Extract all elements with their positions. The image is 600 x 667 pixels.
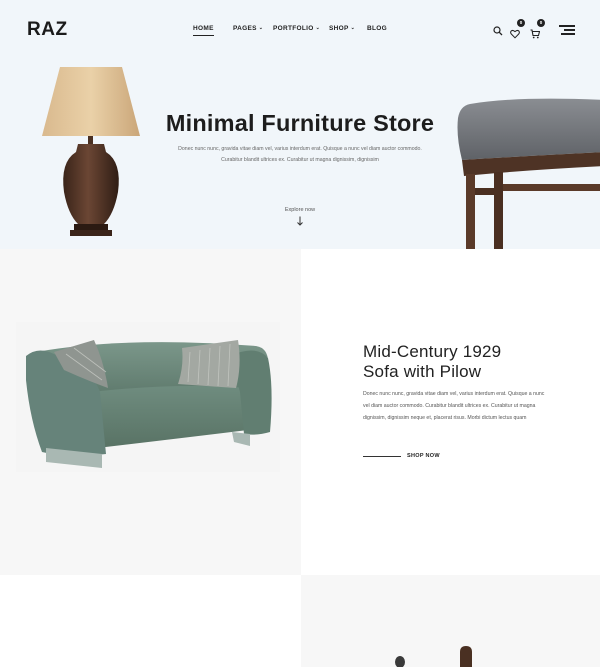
shop-now-label: SHOP NOW [407, 453, 440, 459]
hero-description-line-1: Donec nunc nunc, gravida vitae diam vel,… [178, 146, 422, 152]
arrow-down-icon[interactable] [296, 216, 304, 226]
cart-button[interactable]: 0 [530, 19, 545, 39]
search-icon[interactable] [493, 26, 503, 36]
nav-item-home[interactable]: HOME [193, 25, 214, 36]
nav-item-label: PORTFOLIO [273, 25, 314, 32]
product-title: Mid-Century 1929 Sofa with Pilow [363, 342, 501, 382]
nav-item-portfolio[interactable]: PORTFOLIO ⌄ [273, 25, 320, 32]
product-description: Donec nunc nunc, gravida vitae diam vel,… [363, 391, 545, 421]
explore-now-link[interactable]: Explore now [0, 207, 600, 213]
wishlist-count-badge: 0 [517, 19, 525, 27]
wishlist-button[interactable]: 0 [510, 19, 525, 39]
nav-item-label: SHOP [329, 25, 349, 32]
nav-item-label: BLOG [367, 25, 387, 32]
chevron-down-icon: ⌄ [258, 25, 264, 31]
hero-title: Minimal Furniture Store [165, 110, 435, 136]
site-logo[interactable]: RAZ [27, 19, 68, 41]
nav-item-blog[interactable]: BLOG [367, 25, 387, 32]
cart-icon [530, 29, 541, 39]
wall-hooks-image [395, 646, 472, 667]
hamburger-menu-icon[interactable] [559, 24, 575, 36]
chevron-down-icon: ⌄ [350, 25, 356, 31]
nav-item-label: PAGES [233, 25, 257, 32]
cart-count-badge: 0 [537, 19, 545, 27]
site-header: RAZ HOME PAGES ⌄ PORTFOLIO ⌄ SHOP ⌄ BLOG 0 [0, 0, 600, 60]
shop-now-link[interactable]: SHOP NOW [363, 451, 440, 461]
product-title-line-1: Mid-Century 1929 [363, 342, 502, 361]
nav-item-label: HOME [193, 25, 214, 32]
heart-icon [510, 29, 520, 39]
sofa-image[interactable] [16, 322, 280, 472]
lamp-image [42, 67, 140, 236]
nav-item-pages[interactable]: PAGES ⌄ [233, 25, 263, 32]
product-title-line-2: Sofa with Pilow [363, 362, 482, 381]
chevron-down-icon: ⌄ [315, 25, 321, 31]
nav-item-shop[interactable]: SHOP ⌄ [329, 25, 355, 32]
shop-now-line [363, 455, 401, 457]
hero-description-line-2: Curabitur blandit ultrices ex. Curabitur… [221, 157, 379, 163]
